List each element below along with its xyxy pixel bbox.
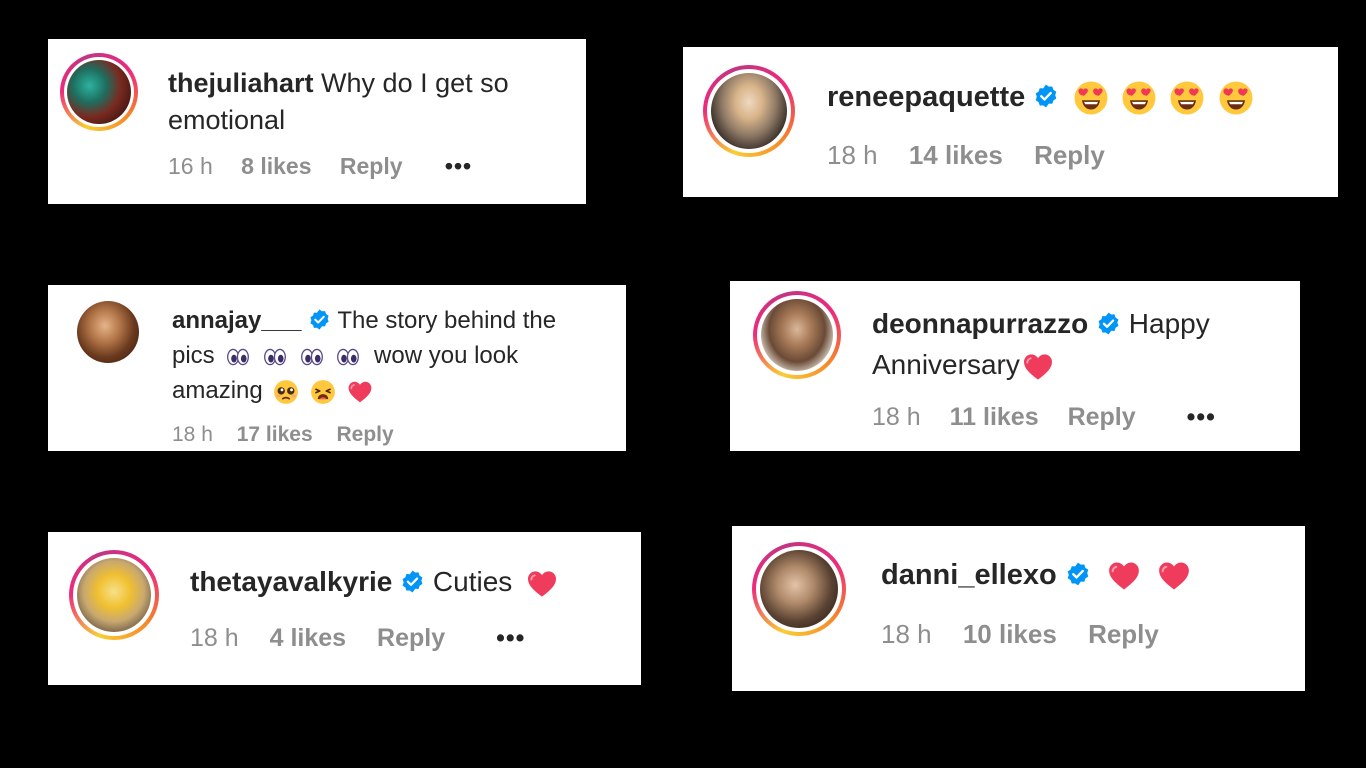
heart-eyes-emoji [1218, 80, 1254, 116]
red-heart-emoji [1107, 559, 1141, 593]
avatar[interactable] [703, 65, 795, 157]
verified-badge-icon [1065, 561, 1091, 587]
eyes-emoji [335, 344, 361, 370]
comment-text: Why do I get so [321, 68, 509, 98]
likes-count[interactable]: 14 likes [909, 140, 1003, 171]
comment-username[interactable]: annajay___ [172, 307, 301, 334]
red-heart-emoji [347, 379, 373, 405]
comment-card: annajay___ The story behind the pics wow… [48, 285, 626, 451]
more-options-icon[interactable]: ••• [1187, 403, 1216, 432]
eyes-emoji [262, 344, 288, 370]
comment-text: Anniversary [872, 349, 1020, 380]
likes-count[interactable]: 8 likes [241, 153, 311, 180]
comment-time: 18 h [872, 403, 921, 431]
red-heart-emoji [526, 568, 558, 600]
avatar[interactable] [753, 291, 841, 379]
comment-card: reneepaquette 18 h 14 likes Reply [683, 47, 1338, 197]
likes-count[interactable]: 10 likes [963, 619, 1057, 650]
heart-eyes-emoji [1073, 80, 1109, 116]
comment-time: 18 h [827, 140, 878, 170]
red-heart-emoji [1022, 351, 1054, 383]
comment-time: 18 h [190, 624, 239, 652]
more-options-icon[interactable]: ••• [445, 153, 472, 180]
red-heart-emoji [1157, 559, 1191, 593]
comment-card: danni_ellexo 18 h 10 likes Reply [732, 526, 1305, 691]
avatar[interactable] [60, 53, 138, 131]
comment-time: 18 h [172, 423, 213, 446]
avatar[interactable] [77, 301, 139, 363]
comment-username[interactable]: thetayavalkyrie [190, 566, 392, 597]
comment-username[interactable]: reneepaquette [827, 81, 1025, 113]
comment-text: emotional [168, 105, 286, 135]
pleading-face-emoji [273, 379, 299, 405]
eyes-emoji [299, 344, 325, 370]
heart-eyes-emoji [1121, 80, 1157, 116]
comment-card: deonnapurrazzo Happy Anniversary 18 h 11… [730, 281, 1300, 451]
reply-button[interactable]: Reply [1034, 140, 1105, 171]
comment-text: wow you look [374, 342, 519, 369]
reply-button[interactable]: Reply [1088, 619, 1159, 650]
comment-card: thejuliahart Why do I get so emotional 1… [48, 39, 586, 204]
comment-username[interactable]: thejuliahart [168, 68, 314, 98]
comment-time: 16 h [168, 153, 213, 179]
comment-text: The story behind the [337, 307, 557, 334]
comment-card: thetayavalkyrie Cuties 18 h 4 likes Repl… [48, 532, 641, 685]
reply-button[interactable]: Reply [1068, 403, 1136, 432]
weary-face-emoji [310, 379, 336, 405]
comment-text: Happy [1128, 308, 1210, 339]
likes-count[interactable]: 17 likes [237, 423, 313, 447]
avatar[interactable] [752, 542, 846, 636]
reply-button[interactable]: Reply [377, 624, 445, 653]
comment-username[interactable]: danni_ellexo [881, 559, 1057, 591]
comment-time: 18 h [881, 619, 932, 649]
verified-badge-icon [1033, 83, 1059, 109]
eyes-emoji [225, 344, 251, 370]
verified-badge-icon [400, 569, 425, 594]
more-options-icon[interactable]: ••• [496, 624, 525, 653]
verified-badge-icon [1096, 311, 1121, 336]
comment-username[interactable]: deonnapurrazzo [872, 308, 1088, 339]
comment-text: amazing [172, 377, 263, 404]
comment-text: Cuties [432, 566, 513, 597]
reply-button[interactable]: Reply [340, 153, 403, 180]
likes-count[interactable]: 4 likes [270, 624, 346, 653]
verified-badge-icon [308, 308, 331, 331]
comment-text: pics [172, 342, 215, 369]
avatar[interactable] [69, 550, 159, 640]
heart-eyes-emoji [1169, 80, 1205, 116]
reply-button[interactable]: Reply [336, 423, 393, 447]
likes-count[interactable]: 11 likes [950, 403, 1039, 432]
